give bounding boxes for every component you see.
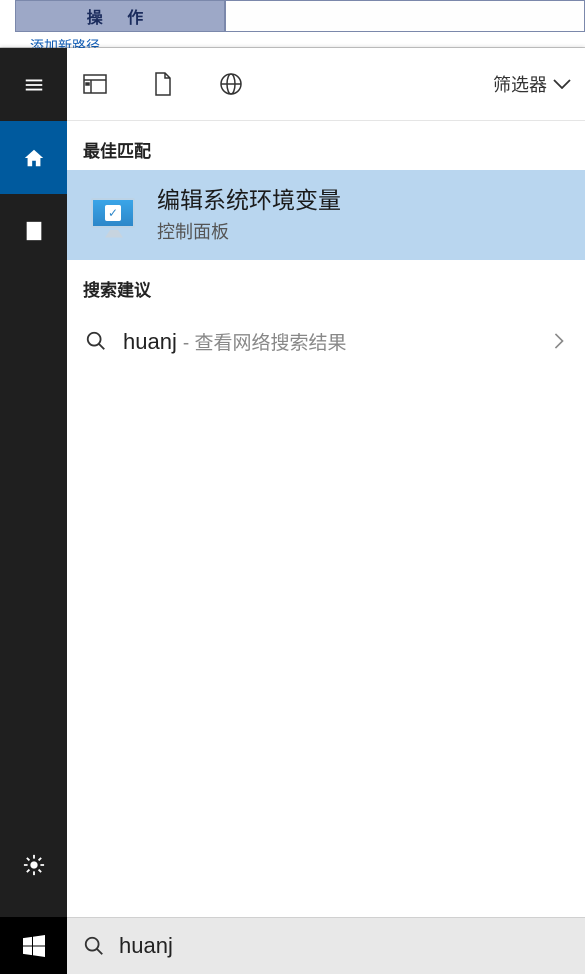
best-match-title: 编辑系统环境变量 xyxy=(157,186,341,216)
search-results-pane: 筛选器 最佳匹配 ✓ 编辑系统环境变量 控制面板 搜索建议 huan xyxy=(67,48,585,974)
best-match-subtitle: 控制面板 xyxy=(157,218,341,244)
gear-icon xyxy=(23,854,45,876)
search-icon xyxy=(83,935,105,957)
notebook-nav-button[interactable] xyxy=(0,194,67,267)
hamburger-icon xyxy=(23,74,45,96)
background-app: 操 作 添加新路径 xyxy=(0,0,585,48)
chevron-right-icon xyxy=(551,333,567,349)
document-icon xyxy=(153,72,173,96)
cortana-search-panel: 筛选器 最佳匹配 ✓ 编辑系统环境变量 控制面板 搜索建议 huan xyxy=(0,48,585,974)
results-list: 最佳匹配 ✓ 编辑系统环境变量 控制面板 搜索建议 huanj - 查看网络搜索… xyxy=(67,121,585,917)
hamburger-menu-button[interactable] xyxy=(0,48,67,121)
home-icon xyxy=(23,147,45,169)
filter-dropdown-button[interactable]: 筛选器 xyxy=(493,71,571,97)
apps-filter-button[interactable] xyxy=(81,70,109,98)
search-box[interactable] xyxy=(67,917,585,974)
bg-table-header: 操 作 xyxy=(15,0,225,32)
home-nav-button[interactable] xyxy=(0,121,67,194)
left-rail xyxy=(0,48,67,974)
settings-nav-button[interactable] xyxy=(0,828,67,901)
documents-filter-button[interactable] xyxy=(149,70,177,98)
suggestion-query: huanj xyxy=(123,329,177,355)
globe-icon xyxy=(219,72,243,96)
web-filter-button[interactable] xyxy=(217,70,245,98)
suggestion-hint: - 查看网络搜索结果 xyxy=(183,328,347,355)
chevron-down-icon xyxy=(553,79,571,89)
windows-logo-icon xyxy=(23,935,45,957)
search-icon xyxy=(85,330,107,352)
filter-label: 筛选器 xyxy=(493,71,547,97)
best-match-header: 最佳匹配 xyxy=(67,121,585,170)
control-panel-icon: ✓ xyxy=(89,193,139,238)
suggestions-header: 搜索建议 xyxy=(67,260,585,309)
start-button[interactable] xyxy=(0,917,67,974)
bg-table-header-2 xyxy=(225,0,585,32)
notebook-icon xyxy=(23,220,45,242)
web-suggestion-item[interactable]: huanj - 查看网络搜索结果 xyxy=(67,309,585,373)
apps-icon xyxy=(83,74,107,94)
top-filter-bar: 筛选器 xyxy=(67,48,585,121)
search-input[interactable] xyxy=(119,933,569,959)
best-match-result[interactable]: ✓ 编辑系统环境变量 控制面板 xyxy=(67,170,585,260)
